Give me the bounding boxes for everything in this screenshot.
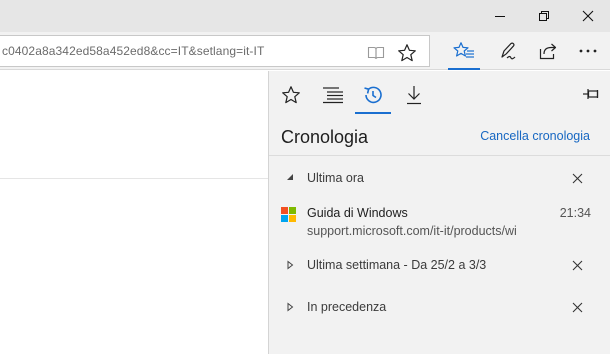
downloads-icon — [407, 86, 421, 105]
reading-view-icon[interactable] — [365, 42, 387, 64]
web-page-content[interactable] — [0, 71, 268, 354]
delete-group-button[interactable] — [567, 255, 587, 275]
share-icon — [539, 43, 557, 60]
pin-icon — [583, 89, 599, 99]
close-icon — [572, 260, 582, 270]
favorites-icon — [282, 86, 300, 104]
clear-history-link[interactable]: Cancella cronologia — [480, 129, 590, 143]
reading-list-icon — [323, 87, 343, 104]
close-window-button[interactable] — [566, 0, 610, 32]
hub-tabs — [269, 71, 610, 115]
delete-group-button[interactable] — [567, 297, 587, 317]
history-icon — [364, 86, 382, 104]
history-entry[interactable]: Guida di Windows support.microsoft.com/i… — [269, 201, 610, 241]
close-icon — [572, 302, 582, 312]
microsoft-logo-icon — [281, 207, 297, 223]
restore-button[interactable] — [522, 0, 566, 32]
collapsed-arrow-icon — [287, 302, 294, 312]
history-group-older[interactable]: In precedenza — [269, 292, 610, 322]
group-label: Ultima ora — [307, 171, 364, 185]
more-icon — [579, 49, 597, 53]
tab-reading-list[interactable] — [313, 77, 353, 113]
web-note-icon — [501, 42, 516, 60]
history-group-last-hour[interactable]: Ultima ora — [269, 163, 610, 193]
close-icon — [572, 173, 582, 183]
tab-favorites[interactable] — [271, 77, 311, 113]
hub-icon — [453, 42, 474, 58]
hub-title: Cronologia — [281, 127, 369, 147]
history-group-last-week[interactable]: Ultima settimana - Da 25/2 a 3/3 — [269, 250, 610, 280]
entry-time: 21:34 — [559, 206, 591, 220]
address-bar[interactable]: c0402a8a342ed58a452ed8&cc=IT&setlang=it-… — [0, 35, 430, 67]
hub-panel: Cronologia Cancella cronologia Ultima or… — [268, 71, 610, 354]
hub-button[interactable] — [444, 32, 484, 70]
more-button[interactable] — [568, 32, 608, 70]
address-url[interactable]: c0402a8a342ed58a452ed8&cc=IT&setlang=it-… — [2, 44, 264, 58]
pin-panel-button[interactable] — [575, 79, 607, 109]
share-button[interactable] — [528, 32, 568, 70]
minimize-button[interactable] — [478, 0, 522, 32]
web-note-button[interactable] — [488, 32, 528, 70]
group-label: Ultima settimana - Da 25/2 a 3/3 — [307, 258, 487, 272]
group-label: In precedenza — [307, 300, 387, 314]
minimize-icon — [495, 16, 505, 17]
collapsed-arrow-icon — [287, 260, 294, 270]
restore-icon — [539, 11, 549, 21]
tab-history[interactable] — [353, 77, 393, 114]
hub-divider — [269, 155, 610, 156]
entry-title: Guida di Windows — [307, 206, 408, 220]
title-bar — [0, 0, 610, 32]
expanded-arrow-icon — [287, 174, 293, 180]
delete-group-button[interactable] — [567, 168, 587, 188]
favorite-star-icon[interactable] — [396, 42, 418, 64]
tab-downloads[interactable] — [394, 77, 434, 113]
entry-url: support.microsoft.com/it-it/products/wi — [307, 224, 517, 238]
navigation-bar: c0402a8a342ed58a452ed8&cc=IT&setlang=it-… — [0, 32, 610, 70]
close-icon — [582, 10, 594, 22]
page-divider — [0, 178, 268, 179]
